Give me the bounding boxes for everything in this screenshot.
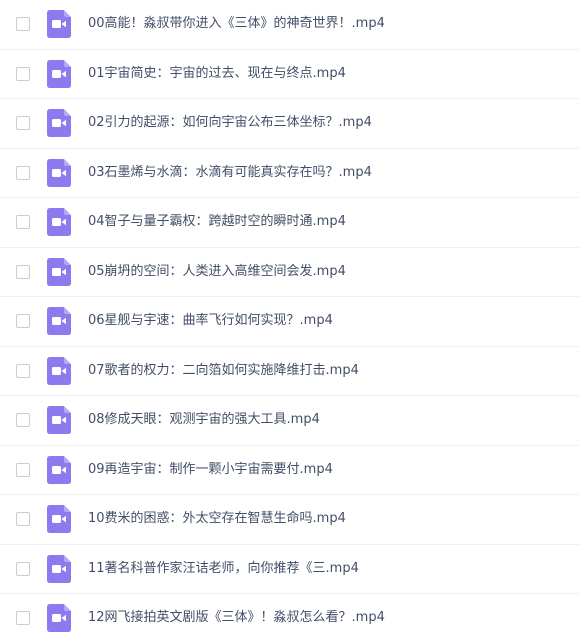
file-checkbox[interactable] [16,512,30,526]
file-row[interactable]: 02引力的起源：如何向宇宙公布三体坐标？.mp4 [0,99,579,149]
file-name[interactable]: 10费米的困惑：外太空存在智慧生命吗.mp4 [88,511,346,527]
video-file-icon [47,554,71,583]
file-checkbox[interactable] [16,611,30,625]
file-name[interactable]: 12网飞接拍英文剧版《三体》！淼叔怎么看？.mp4 [88,610,385,626]
file-list: 00高能！淼叔带你进入《三体》的神奇世界！.mp4 01宇宙简史：宇宙的过去、现在… [0,0,579,642]
file-name[interactable]: 05崩坍的空间：人类进入高维空间会发.mp4 [88,264,346,280]
file-row[interactable]: 00高能！淼叔带你进入《三体》的神奇世界！.mp4 [0,0,579,50]
file-checkbox[interactable] [16,264,30,279]
video-file-icon [47,406,71,434]
file-checkbox[interactable] [16,314,30,328]
file-name[interactable]: 03石墨烯与水滴：水滴有可能真实存在吗？.mp4 [88,165,372,181]
video-file-icon [47,158,71,187]
file-checkbox[interactable] [16,165,30,180]
file-name[interactable]: 07歌者的权力：二向箔如何实施降维打击.mp4 [88,363,359,379]
file-checkbox[interactable] [16,215,30,229]
file-checkbox[interactable] [16,413,30,427]
file-name[interactable]: 04智子与量子霸权：跨越时空的瞬时通.mp4 [88,214,346,230]
file-row[interactable]: 07歌者的权力：二向箔如何实施降维打击.mp4 [0,347,579,396]
file-row[interactable]: 05崩坍的空间：人类进入高维空间会发.mp4 [0,248,579,297]
file-name[interactable]: 00高能！淼叔带你进入《三体》的神奇世界！.mp4 [88,16,385,32]
file-checkbox[interactable] [16,66,30,81]
file-row[interactable]: 12网飞接拍英文剧版《三体》！淼叔怎么看？.mp4 [0,594,579,642]
file-name[interactable]: 06星舰与宇速：曲率飞行如何实现？.mp4 [88,313,333,329]
file-checkbox[interactable] [16,363,30,378]
file-checkbox[interactable] [16,462,30,477]
file-checkbox[interactable] [16,561,30,576]
file-row[interactable]: 04智子与量子霸权：跨越时空的瞬时通.mp4 [0,198,579,248]
file-row[interactable]: 03石墨烯与水滴：水滴有可能真实存在吗？.mp4 [0,149,579,198]
file-row[interactable]: 01宇宙简史：宇宙的过去、现在与终点.mp4 [0,50,579,99]
video-file-icon [47,208,71,236]
file-checkbox[interactable] [16,17,30,31]
file-row[interactable]: 11著名科普作家汪诘老师，向你推荐《三.mp4 [0,545,579,594]
file-row[interactable]: 08修成天眼：观测宇宙的强大工具.mp4 [0,396,579,446]
video-file-icon [47,604,71,632]
file-name[interactable]: 02引力的起源：如何向宇宙公布三体坐标？.mp4 [88,115,372,131]
file-row[interactable]: 06星舰与宇速：曲率飞行如何实现？.mp4 [0,297,579,347]
video-file-icon [47,109,71,137]
file-name[interactable]: 01宇宙简史：宇宙的过去、现在与终点.mp4 [88,66,346,82]
video-file-icon [47,455,71,484]
video-file-icon [47,59,71,88]
video-file-icon [47,307,71,335]
video-file-icon [47,505,71,533]
file-checkbox[interactable] [16,116,30,130]
file-row[interactable]: 09再造宇宙：制作一颗小宇宙需要付.mp4 [0,446,579,495]
video-file-icon [47,356,71,385]
video-file-icon [47,257,71,286]
file-name[interactable]: 09再造宇宙：制作一颗小宇宙需要付.mp4 [88,462,333,478]
file-name[interactable]: 08修成天眼：观测宇宙的强大工具.mp4 [88,412,320,428]
file-row[interactable]: 10费米的困惑：外太空存在智慧生命吗.mp4 [0,495,579,545]
video-file-icon [47,10,71,38]
file-name[interactable]: 11著名科普作家汪诘老师，向你推荐《三.mp4 [88,561,359,577]
